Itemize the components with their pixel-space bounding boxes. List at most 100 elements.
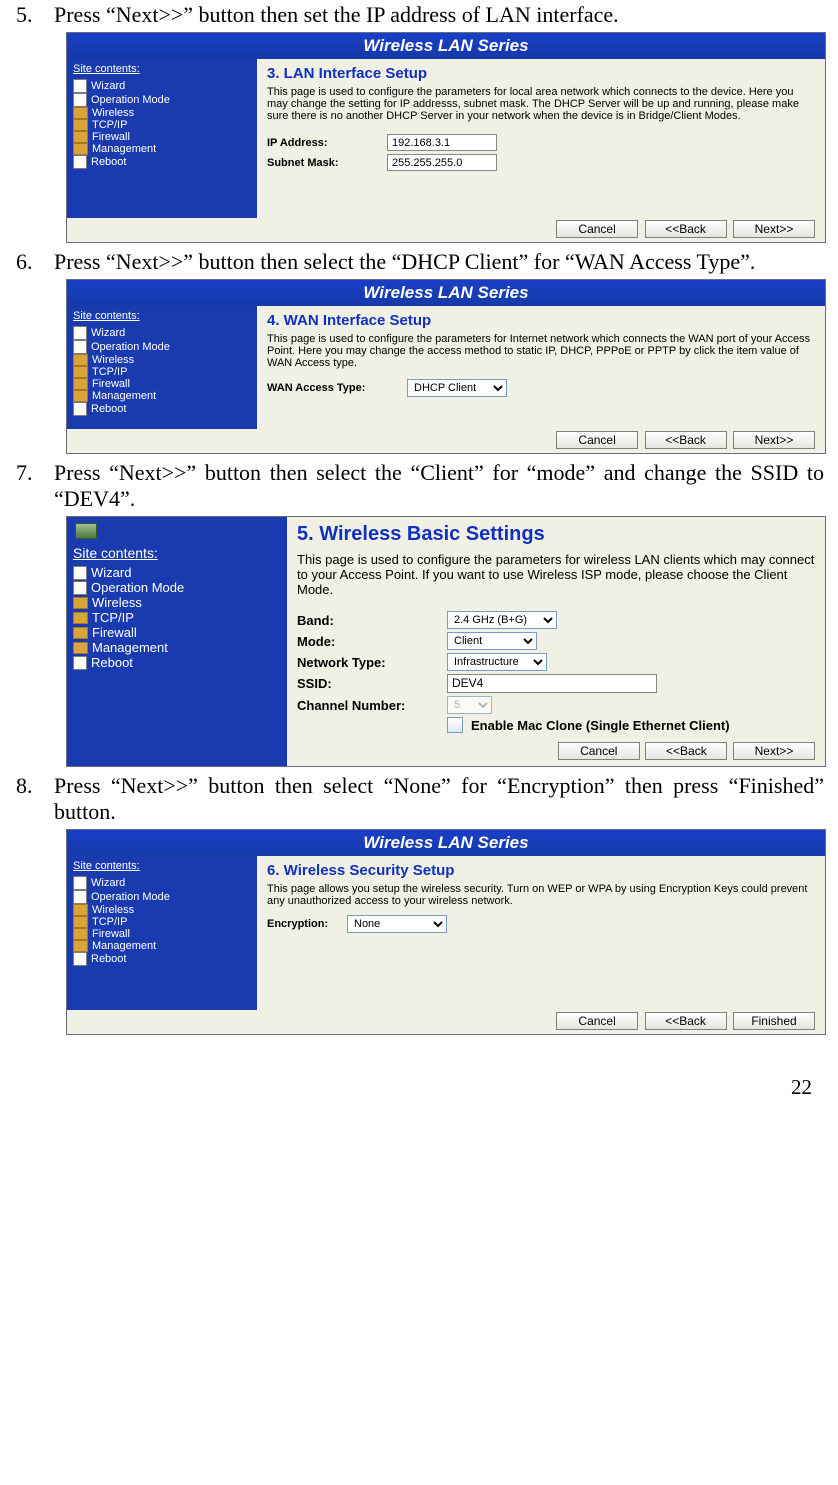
- screenshot-5: Wireless LAN Series Site contents: Wizar…: [66, 32, 826, 243]
- sidebar-item-firewall[interactable]: Firewall: [73, 625, 281, 640]
- sidebar-item-label: Wireless: [92, 595, 142, 610]
- doc-icon: [73, 340, 87, 354]
- sidebar-item-firewall[interactable]: Firewall: [73, 378, 251, 390]
- sidebar-item-label: Reboot: [91, 156, 126, 168]
- sidebar-item-wireless[interactable]: Wireless: [73, 595, 281, 610]
- section-heading: 5. Wireless Basic Settings: [297, 523, 815, 546]
- doc-icon: [73, 79, 87, 93]
- doc-icon: [73, 952, 87, 966]
- cancel-button[interactable]: Cancel: [556, 220, 638, 238]
- device-icon: [75, 523, 97, 539]
- sidebar-title: Site contents:: [73, 545, 281, 561]
- sidebar-item-wireless[interactable]: Wireless: [73, 904, 251, 916]
- ssid-label: SSID:: [297, 676, 447, 691]
- sidebar-item-management[interactable]: Management: [73, 640, 281, 655]
- sidebar-item-wireless[interactable]: Wireless: [73, 107, 251, 119]
- sidebar-item-label: Reboot: [91, 953, 126, 965]
- cancel-button[interactable]: Cancel: [558, 742, 640, 760]
- sidebar-item-wizard[interactable]: Wizard: [73, 79, 251, 93]
- next-button[interactable]: Next>>: [733, 431, 815, 449]
- ssid-input[interactable]: DEV4: [447, 674, 657, 693]
- wan-access-type-select[interactable]: DHCP Client: [407, 379, 507, 397]
- back-button[interactable]: <<Back: [645, 1012, 727, 1030]
- folder-icon: [73, 354, 88, 366]
- sidebar-title: Site contents:: [73, 63, 251, 75]
- sidebar-item-wizard[interactable]: Wizard: [73, 876, 251, 890]
- sidebar-item-label: Wireless: [92, 107, 134, 119]
- section-description: This page is used to configure the param…: [297, 552, 815, 597]
- page-number: 22: [10, 1035, 828, 1110]
- next-button[interactable]: Next>>: [733, 220, 815, 238]
- sidebar-item-reboot[interactable]: Reboot: [73, 402, 251, 416]
- sidebar-item-wizard[interactable]: Wizard: [73, 565, 281, 580]
- sidebar-item-reboot[interactable]: Reboot: [73, 952, 251, 966]
- subnet-mask-input[interactable]: 255.255.255.0: [387, 154, 497, 171]
- sidebar-item-wireless[interactable]: Wireless: [73, 354, 251, 366]
- step-text: Press “Next>>” button then select “None”…: [54, 773, 828, 825]
- mode-label: Mode:: [297, 634, 447, 649]
- band-select[interactable]: 2.4 GHz (B+G): [447, 611, 557, 629]
- ip-address-label: IP Address:: [267, 137, 387, 149]
- back-button[interactable]: <<Back: [645, 742, 727, 760]
- sidebar-item-tcpip[interactable]: TCP/IP: [73, 916, 251, 928]
- step-text: Press “Next>>” button then select the “D…: [54, 249, 828, 275]
- sidebar-item-label: TCP/IP: [92, 610, 134, 625]
- back-button[interactable]: <<Back: [645, 431, 727, 449]
- folder-icon: [73, 928, 88, 940]
- sidebar-item-label: Firewall: [92, 625, 137, 640]
- sidebar-item-management[interactable]: Management: [73, 940, 251, 952]
- step-number: 7.: [10, 460, 54, 512]
- sidebar-item-reboot[interactable]: Reboot: [73, 155, 251, 169]
- step-text: Press “Next>>” button then set the IP ad…: [54, 2, 828, 28]
- mac-clone-checkbox[interactable]: [447, 717, 463, 733]
- sidebar-item-tcpip[interactable]: TCP/IP: [73, 610, 281, 625]
- sidebar-item-firewall[interactable]: Firewall: [73, 928, 251, 940]
- sidebar-item-wizard[interactable]: Wizard: [73, 326, 251, 340]
- window-title: Wireless LAN Series: [67, 280, 825, 306]
- network-type-select[interactable]: Infrastructure: [447, 653, 547, 671]
- cancel-button[interactable]: Cancel: [556, 1012, 638, 1030]
- doc-icon: [73, 876, 87, 890]
- cancel-button[interactable]: Cancel: [556, 431, 638, 449]
- doc-icon: [73, 581, 87, 595]
- ip-address-input[interactable]: 192.168.3.1: [387, 134, 497, 151]
- section-description: This page allows you setup the wireless …: [267, 883, 815, 907]
- folder-icon: [73, 378, 88, 390]
- sidebar-item-label: TCP/IP: [92, 366, 127, 378]
- step-number: 5.: [10, 2, 54, 28]
- encryption-label: Encryption:: [267, 918, 347, 930]
- section-heading: 4. WAN Interface Setup: [267, 312, 815, 329]
- sidebar-item-tcpip[interactable]: TCP/IP: [73, 366, 251, 378]
- step-number: 6.: [10, 249, 54, 275]
- sidebar-item-label: Wizard: [91, 327, 125, 339]
- finished-button[interactable]: Finished: [733, 1012, 815, 1030]
- sidebar-title: Site contents:: [73, 310, 251, 322]
- sidebar-item-operation-mode[interactable]: Operation Mode: [73, 340, 251, 354]
- sidebar-item-operation-mode[interactable]: Operation Mode: [73, 93, 251, 107]
- sidebar-item-operation-mode[interactable]: Operation Mode: [73, 890, 251, 904]
- sidebar-item-label: TCP/IP: [92, 916, 127, 928]
- sidebar-item-label: Wizard: [91, 565, 131, 580]
- channel-number-label: Channel Number:: [297, 698, 447, 713]
- doc-icon: [73, 402, 87, 416]
- doc-icon: [73, 155, 87, 169]
- next-button[interactable]: Next>>: [733, 742, 815, 760]
- sidebar-title: Site contents:: [73, 860, 251, 872]
- step-6: 6. Press “Next>>” button then select the…: [10, 249, 828, 275]
- sidebar-item-reboot[interactable]: Reboot: [73, 655, 281, 670]
- back-button[interactable]: <<Back: [645, 220, 727, 238]
- sidebar-item-management[interactable]: Management: [73, 390, 251, 402]
- mode-select[interactable]: Client: [447, 632, 537, 650]
- window-title: Wireless LAN Series: [67, 33, 825, 59]
- encryption-select[interactable]: None: [347, 915, 447, 933]
- screenshot-6: Wireless LAN Series Site contents: Wizar…: [66, 279, 826, 454]
- sidebar-item-tcpip[interactable]: TCP/IP: [73, 119, 251, 131]
- doc-icon: [73, 656, 87, 670]
- sidebar-item-label: Firewall: [92, 378, 130, 390]
- folder-icon: [73, 143, 88, 155]
- folder-icon: [73, 131, 88, 143]
- sidebar-item-firewall[interactable]: Firewall: [73, 131, 251, 143]
- sidebar-item-operation-mode[interactable]: Operation Mode: [73, 580, 281, 595]
- sidebar-item-management[interactable]: Management: [73, 143, 251, 155]
- folder-icon: [73, 390, 88, 402]
